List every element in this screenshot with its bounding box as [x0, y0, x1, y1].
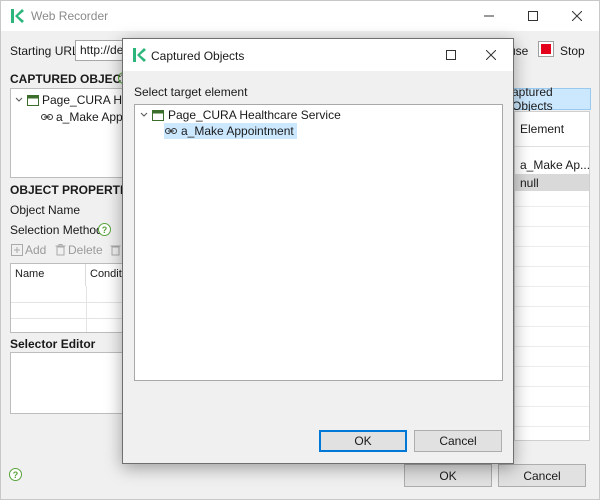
header-divider [515, 146, 589, 147]
dialog-ok-label: OK [354, 434, 372, 448]
right-table-row[interactable]: a_Make Ap... [520, 158, 589, 172]
dialog-tree-item-link[interactable]: a_Make Appointment [164, 123, 297, 139]
table-header-name: Name [11, 264, 86, 286]
footer-help-icon[interactable]: ? [9, 468, 22, 481]
page-icon [27, 94, 39, 106]
dialog-tree-item-page-label: Page_CURA Healthcare Service [168, 108, 341, 122]
row-divider [515, 246, 589, 247]
footer-cancel-button[interactable]: Cancel [498, 464, 586, 487]
katalon-logo-icon [9, 8, 25, 24]
table-row-divider [11, 302, 125, 303]
selector-editor-textarea[interactable] [10, 352, 126, 414]
delete-label: Delete [68, 243, 103, 257]
chevron-down-icon [140, 112, 148, 117]
help-glyph: ? [101, 224, 108, 235]
maximize-icon [528, 11, 538, 21]
katalon-logo-icon [133, 48, 146, 62]
stop-button[interactable] [538, 41, 554, 57]
dialog-element-tree: Page_CURA Healthcare Service a_Make Appo… [134, 104, 503, 381]
row-divider [515, 426, 589, 427]
trash-icon [55, 244, 66, 256]
right-objects-table: Element a_Make Ap... null [514, 111, 590, 441]
row-divider [515, 266, 589, 267]
dialog-ok-button[interactable]: OK [319, 430, 407, 452]
properties-table: Name Conditi [10, 263, 126, 333]
selection-method-help-icon[interactable]: ? [98, 223, 111, 236]
minimize-button[interactable] [467, 1, 511, 31]
chevron-down-icon [15, 97, 23, 102]
minimize-icon [484, 15, 494, 17]
dialog-maximize-button[interactable] [429, 40, 473, 70]
page-icon [152, 109, 164, 121]
footer-ok-label: OK [439, 468, 457, 483]
row-divider [515, 326, 589, 327]
add-label: Add [25, 243, 47, 257]
table-column-divider [86, 286, 87, 332]
dialog-cancel-label: Cancel [439, 434, 477, 448]
link-icon [41, 114, 53, 120]
row-divider [515, 306, 589, 307]
add-icon [11, 244, 23, 256]
object-name-label: Object Name [10, 203, 81, 217]
selection-method-label: Selection Method [10, 223, 103, 237]
object-properties-heading: OBJECT PROPERTIES [10, 183, 140, 197]
help-glyph: ? [12, 469, 19, 480]
dialog-title-bar: Captured Objects [123, 39, 513, 71]
tree-item-page-label: Page_CURA Heal [42, 93, 125, 107]
title-bar: Web Recorder [1, 1, 599, 31]
table-header-condition: Conditi [86, 264, 125, 286]
captured-objects-dialog: Captured Objects Select target element P… [122, 38, 514, 464]
maximize-button[interactable] [511, 1, 555, 31]
window-title: Web Recorder [31, 9, 109, 23]
selector-editor-heading: Selector Editor [10, 337, 96, 351]
dialog-cancel-button[interactable]: Cancel [414, 430, 502, 452]
row-divider [515, 226, 589, 227]
column-header-element: Element [520, 122, 565, 136]
row-divider [515, 386, 589, 387]
add-button[interactable]: Add [11, 243, 46, 257]
dialog-title: Captured Objects [151, 49, 245, 63]
stop-label[interactable]: Stop [560, 44, 585, 58]
tree-item-page[interactable]: Page_CURA Heal [15, 93, 125, 107]
row-divider [515, 406, 589, 407]
tree-item-link-label: a_Make Appo [56, 110, 126, 124]
starting-url-label: Starting URL [10, 44, 79, 58]
captured-objects-tree: Page_CURA Heal a_Make Appo [10, 88, 126, 178]
stop-icon [541, 44, 551, 54]
tab-captured-objects-label: aptured Objects [512, 85, 553, 113]
tree-item-link[interactable]: a_Make Appo [41, 110, 126, 124]
maximize-icon [446, 50, 456, 60]
row-divider [515, 366, 589, 367]
close-icon [486, 50, 496, 60]
tab-captured-objects[interactable]: aptured Objects [511, 85, 591, 113]
dialog-instruction: Select target element [134, 85, 248, 99]
footer-ok-button[interactable]: OK [404, 464, 492, 487]
row-divider [515, 206, 589, 207]
link-icon [165, 128, 177, 134]
right-table-row-label: null [520, 176, 539, 190]
table-row-divider [11, 318, 125, 319]
delete-button[interactable]: Delete [55, 243, 103, 257]
footer-cancel-label: Cancel [523, 468, 561, 483]
row-divider [515, 346, 589, 347]
dialog-tree-item-link-label: a_Make Appointment [181, 124, 294, 138]
right-table-row-selected[interactable]: null [515, 174, 589, 191]
dialog-close-button[interactable] [469, 40, 513, 70]
close-button[interactable] [555, 1, 599, 31]
row-divider [515, 286, 589, 287]
dialog-tree-item-page[interactable]: Page_CURA Healthcare Service [140, 108, 341, 122]
close-icon [572, 11, 582, 21]
trash-icon[interactable] [110, 244, 121, 256]
